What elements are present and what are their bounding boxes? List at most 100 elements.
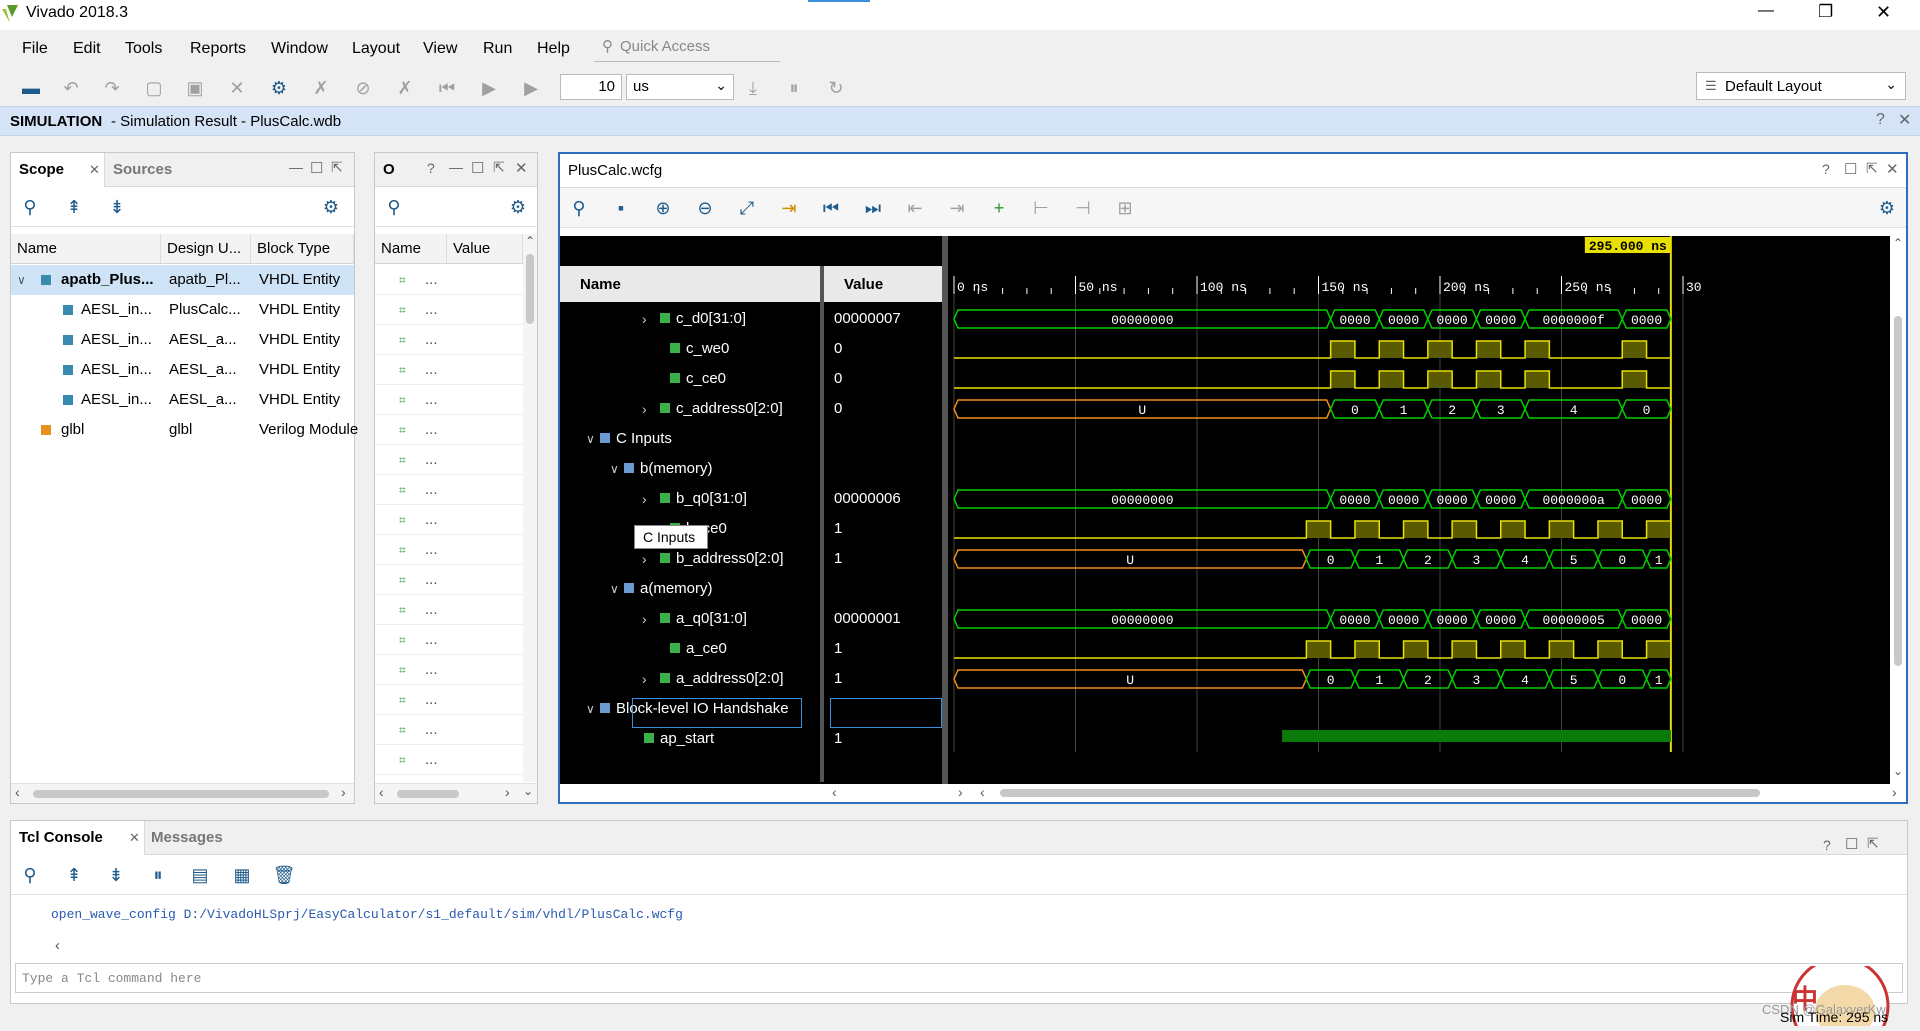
scroll-left-icon[interactable]: ‹: [15, 784, 20, 800]
signal-row[interactable]: › a_address0[2:0]: [560, 664, 820, 694]
menu-reports[interactable]: Reports: [190, 40, 246, 58]
close-icon[interactable]: ✕: [515, 159, 528, 177]
collapse-all-icon[interactable]: ⇞: [63, 864, 85, 886]
zoom-out-icon[interactable]: ⊖: [694, 197, 716, 219]
chevron-down-icon[interactable]: ∨: [610, 574, 619, 604]
copy-icon[interactable]: ▢: [143, 77, 165, 99]
maximize-panel-icon[interactable]: ☐: [1844, 160, 1857, 178]
delete-icon[interactable]: ✕: [226, 77, 248, 99]
scroll-down-icon[interactable]: ⌄: [1893, 764, 1903, 778]
pause-output-icon[interactable]: ⏸: [147, 864, 169, 886]
menu-tools[interactable]: Tools: [125, 40, 162, 58]
scroll-left-icon[interactable]: ‹: [832, 784, 837, 800]
wave-name-header[interactable]: Name: [560, 266, 820, 302]
next-marker-icon[interactable]: ⊣: [1072, 197, 1094, 219]
expand-all-icon[interactable]: ⇟: [105, 864, 127, 886]
objects-hscrollbar[interactable]: ‹ › ⌄: [375, 783, 537, 803]
prev-marker-icon[interactable]: ⊢: [1030, 197, 1052, 219]
close-tab-icon[interactable]: ✕: [89, 162, 100, 178]
run-for-icon[interactable]: ▶: [520, 77, 542, 99]
tool-icon[interactable]: ✗: [310, 77, 332, 99]
run-time-input[interactable]: 10: [560, 74, 622, 100]
prev-transition-icon[interactable]: ⇤: [904, 197, 926, 219]
scroll-thumb[interactable]: [33, 790, 329, 798]
object-row[interactable]: ⌗ ...: [375, 295, 523, 325]
scroll-right-icon[interactable]: ›: [958, 784, 963, 800]
help-icon[interactable]: ?: [1822, 161, 1830, 177]
swap-cursors-icon[interactable]: ⊞: [1114, 197, 1136, 219]
object-row[interactable]: ⌗ ...: [375, 625, 523, 655]
close-icon[interactable]: ✕: [1886, 160, 1899, 178]
paste-icon[interactable]: ▣: [184, 77, 206, 99]
scroll-right-icon[interactable]: ›: [1892, 784, 1897, 800]
scope-row[interactable]: ∨ apatb_Plus... apatb_Pl... VHDL Entity: [11, 265, 354, 295]
redo-icon[interactable]: ↷: [101, 77, 123, 99]
copy-icon[interactable]: ▤: [189, 864, 211, 886]
goto-start-icon[interactable]: ⏮: [820, 197, 842, 219]
signal-row[interactable]: › c_d0[31:0]: [560, 304, 820, 334]
wave-scroll-thumb[interactable]: [1000, 789, 1760, 797]
help-icon[interactable]: ?: [1823, 837, 1831, 853]
signal-row[interactable]: c_we0: [560, 334, 820, 364]
waveform-canvas[interactable]: 0 ns 50 ns 100 ns 150 ns 200 ns 250 ns 30295.0…: [948, 236, 1904, 782]
menu-run[interactable]: Run: [483, 40, 512, 58]
search-icon[interactable]: ⚲: [19, 864, 41, 886]
tcl-command-input[interactable]: Type a Tcl command here: [15, 963, 1903, 993]
tool-icon-3[interactable]: ✗: [394, 77, 416, 99]
chevron-right-icon[interactable]: ›: [642, 604, 647, 634]
undo-icon[interactable]: ↶: [60, 77, 82, 99]
object-row[interactable]: ⌗ ...: [375, 655, 523, 685]
menu-layout[interactable]: Layout: [352, 40, 400, 58]
name-value-splitter[interactable]: [820, 266, 824, 782]
object-row[interactable]: ⌗ ...: [375, 325, 523, 355]
zoom-in-icon[interactable]: ⊕: [652, 197, 674, 219]
wave-value-header[interactable]: Value: [824, 266, 942, 302]
search-icon[interactable]: ⚲: [19, 196, 41, 218]
menu-help[interactable]: Help: [537, 40, 570, 58]
save-icon[interactable]: ▪: [610, 197, 632, 219]
object-row[interactable]: ⌗ ...: [375, 415, 523, 445]
scope-row[interactable]: AESL_in... AESL_a... VHDL Entity: [11, 355, 354, 385]
search-icon[interactable]: ⚲: [383, 196, 405, 218]
tab-tcl-console[interactable]: Tcl Console ✕: [11, 821, 145, 855]
expand-all-icon[interactable]: ⇟: [106, 196, 128, 218]
chevron-down-icon[interactable]: ∨: [610, 454, 619, 484]
scroll-up-icon[interactable]: ⌃: [1893, 236, 1903, 250]
restore-button[interactable]: ❐: [1818, 2, 1833, 22]
time-unit-select[interactable]: us ⌄: [626, 74, 734, 100]
scroll-thumb[interactable]: [1894, 316, 1902, 666]
open-folder-icon[interactable]: ▬: [20, 77, 42, 99]
quick-access-input[interactable]: ⚲ Quick Access: [594, 34, 780, 62]
maximize-panel-icon[interactable]: ☐: [471, 159, 484, 177]
object-row[interactable]: ⌗ ...: [375, 715, 523, 745]
chevron-right-icon[interactable]: ›: [642, 664, 647, 694]
signal-row[interactable]: ap_start: [560, 724, 820, 754]
menu-edit[interactable]: Edit: [73, 40, 101, 58]
layout-select[interactable]: ☰ Default Layout ⌄: [1696, 72, 1906, 100]
scroll-down-icon[interactable]: ⌄: [523, 784, 533, 798]
object-row[interactable]: ⌗ ...: [375, 265, 523, 295]
run-all-icon[interactable]: ▶: [478, 77, 500, 99]
chevron-down-icon[interactable]: ∨: [17, 265, 26, 295]
scroll-up-icon[interactable]: ⌃: [525, 234, 535, 248]
object-row[interactable]: ⌗ ...: [375, 565, 523, 595]
close-tab-icon[interactable]: ✕: [129, 830, 140, 846]
signal-row[interactable]: › a_q0[31:0]: [560, 604, 820, 634]
scope-row[interactable]: AESL_in... AESL_a... VHDL Entity: [11, 325, 354, 355]
signal-row[interactable]: c_ce0: [560, 364, 820, 394]
object-row[interactable]: ⌗ ...: [375, 595, 523, 625]
search-icon[interactable]: ⚲: [568, 197, 590, 219]
float-panel-icon[interactable]: ⇱: [331, 159, 343, 176]
signal-row[interactable]: a_ce0: [560, 634, 820, 664]
step-icon[interactable]: ⤓: [742, 77, 764, 99]
close-window-button[interactable]: ✕: [1876, 2, 1891, 23]
signal-row[interactable]: › c_address0[2:0]: [560, 394, 820, 424]
maximize-panel-icon[interactable]: ☐: [310, 159, 323, 177]
value-edit-box[interactable]: [830, 698, 942, 728]
scroll-thumb[interactable]: [397, 790, 459, 798]
scroll-thumb[interactable]: [526, 254, 534, 324]
next-transition-icon[interactable]: ⇥: [946, 197, 968, 219]
col-name[interactable]: Name: [11, 234, 161, 264]
object-row[interactable]: ⌗ ...: [375, 505, 523, 535]
object-row[interactable]: ⌗ ...: [375, 685, 523, 715]
